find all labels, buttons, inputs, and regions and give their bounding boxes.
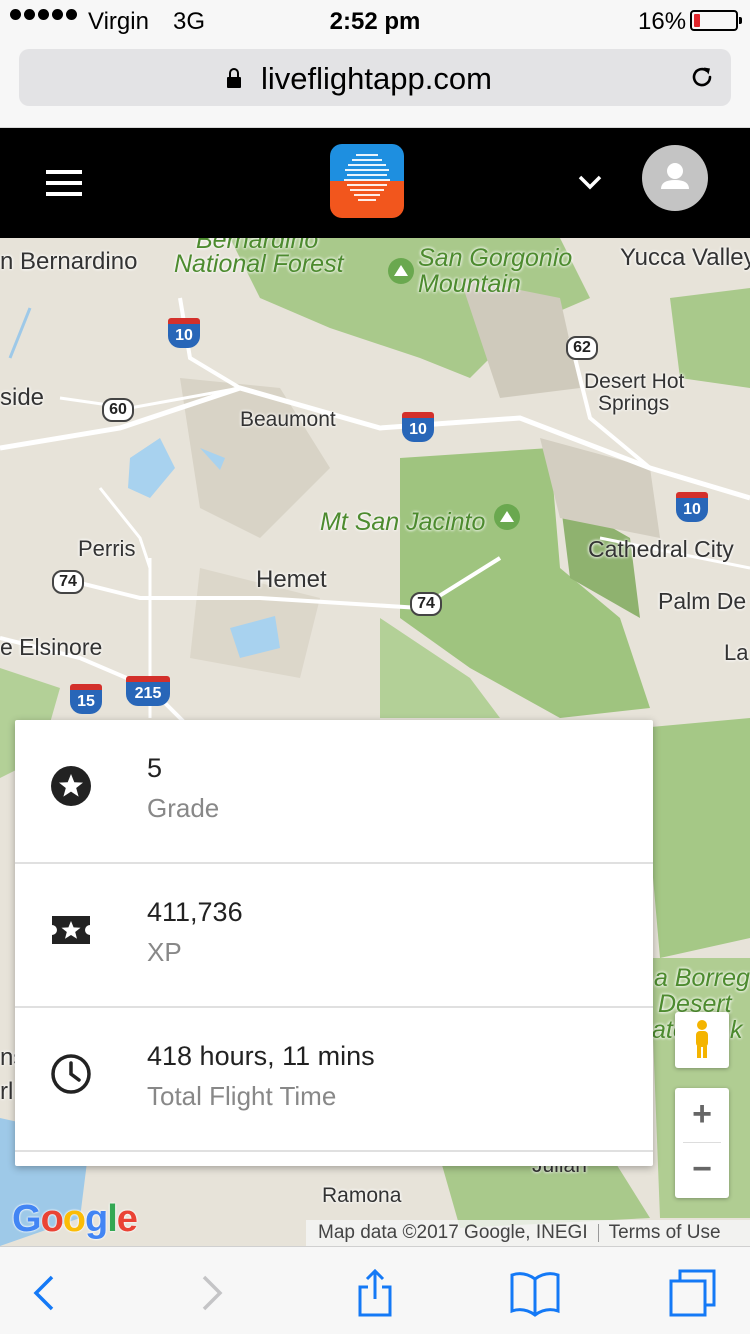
map-label: Hemet [256,566,327,593]
street-view-pegman-icon[interactable] [675,1012,729,1068]
browser-address-area: liveflightapp.com [0,40,750,128]
browser-toolbar [0,1246,750,1334]
interstate-shield: 10 [402,412,434,442]
status-bar: Virgin 3G 2:52 pm 16% [0,0,750,40]
map-label: rl [0,1078,14,1105]
map-label: Yucca Valley [620,244,750,271]
mountain-peak-icon [494,504,520,530]
zoom-out-button[interactable]: − [675,1143,729,1198]
map-data-credit: Map data ©2017 Google, INEGI [318,1222,588,1243]
address-bar[interactable]: liveflightapp.com [19,49,731,106]
map-label: side [0,384,45,411]
map-label: Desert Hot [584,370,685,393]
chevron-down-icon[interactable] [576,170,604,194]
star-circle-icon [51,766,91,806]
grade-value: 5 [147,753,163,783]
interstate-shield: 10 [168,318,200,348]
map-label: a Borreg [654,964,750,992]
google-logo: Google [12,1198,138,1240]
highway-shield: 74 [410,592,442,616]
clock-icon [51,1054,91,1094]
battery-percent: 16% [638,8,687,35]
map-label: San Gorgonio [418,244,573,272]
map-label: k [730,1016,743,1044]
interstate-shield: 215 [126,676,170,706]
xp-label: XP [147,937,182,967]
bookmarks-icon[interactable] [510,1269,560,1317]
pilot-stats-card: 5 Grade 411,736 XP 418 hours, 11 mins To… [15,720,653,1166]
map-label: Perris [78,536,136,561]
liveflight-logo[interactable] [330,144,404,218]
zoom-in-button[interactable]: + [675,1088,729,1143]
map-label: Cathedral City [588,536,734,562]
map-label: e Elsinore [0,634,103,660]
map-label: Ramona [322,1184,402,1207]
stat-row-xp: 411,736 XP [15,864,653,1008]
map-label: Mt San Jacinto [320,508,486,536]
ticket-star-icon [52,916,90,944]
app-header [0,128,750,238]
grade-label: Grade [147,793,220,823]
highway-shield: 60 [102,398,134,422]
stat-row-flight-time: 418 hours, 11 mins Total Flight Time [15,1008,653,1152]
map-label: Mountain [418,270,521,298]
stat-row-grade: 5 Grade [15,720,653,864]
flight-time-value: 418 hours, 11 mins [147,1041,375,1071]
user-avatar[interactable] [642,145,708,211]
map-label: La [724,640,749,665]
map-label: n Bernardino [0,248,138,275]
map-label: Palm De [658,588,747,614]
battery-icon [690,10,742,31]
forward-icon[interactable] [186,1269,236,1317]
tabs-icon[interactable] [668,1269,718,1317]
map-label: Springs [598,392,670,415]
reload-icon[interactable] [689,64,715,90]
lock-icon [227,68,241,88]
back-icon[interactable] [22,1269,72,1317]
xp-value: 411,736 [147,897,243,927]
map-label: National Forest [174,250,344,278]
url-domain: liveflightapp.com [261,61,492,96]
mountain-peak-icon [388,258,414,284]
flight-time-label: Total Flight Time [147,1081,337,1111]
zoom-controls: + − [675,1088,729,1198]
menu-icon[interactable] [46,170,82,196]
map-label: Beaumont [240,408,336,431]
highway-shield: 62 [566,336,598,360]
terms-of-use-link[interactable]: Terms of Use [609,1222,721,1243]
interstate-shield: 15 [70,684,102,714]
share-icon[interactable] [350,1269,400,1317]
interstate-shield: 10 [676,492,708,522]
highway-shield: 74 [52,570,84,594]
map-attribution: Map data ©2017 Google, INEGI Terms of Use [306,1220,750,1246]
